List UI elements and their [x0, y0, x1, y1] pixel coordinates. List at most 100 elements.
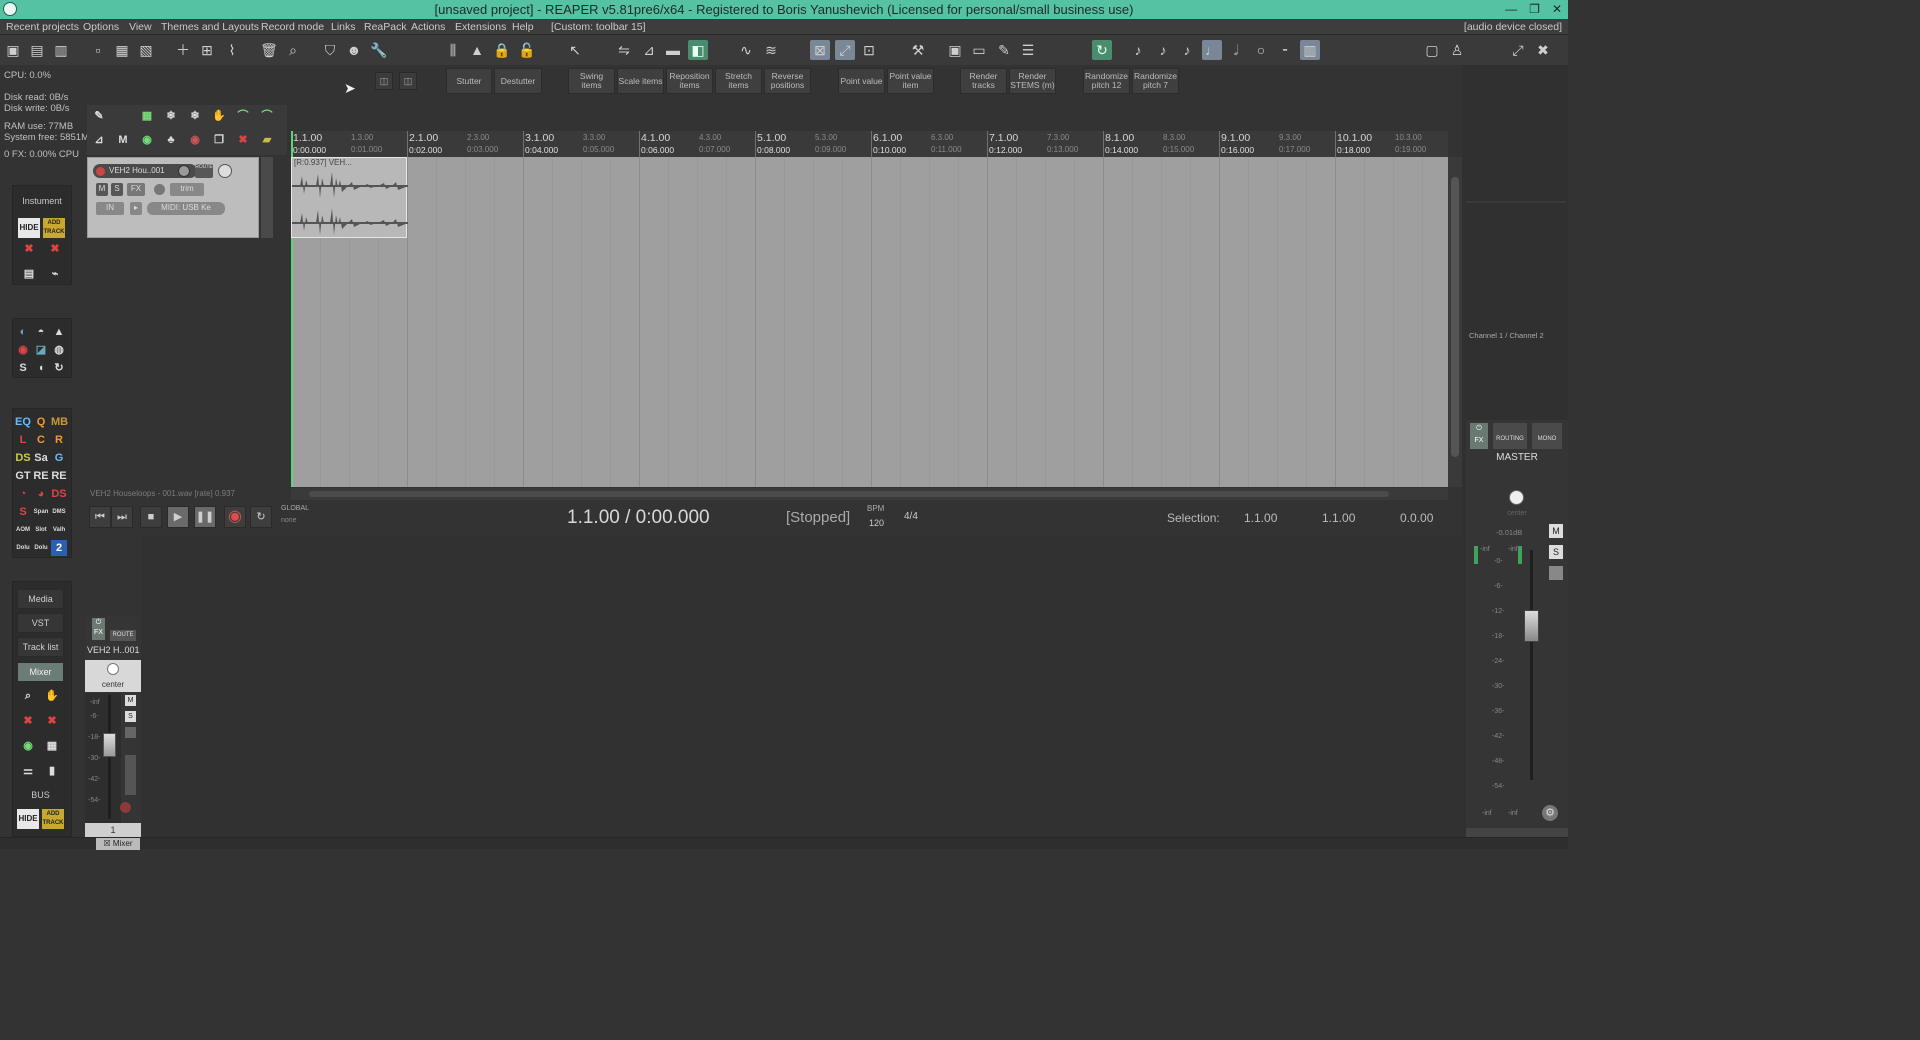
- zoom-icon[interactable]: ⌕: [20, 688, 36, 704]
- plugin-icon[interactable]: S: [15, 360, 31, 376]
- media-button[interactable]: Media: [17, 589, 64, 609]
- close-button[interactable]: ✕: [1552, 0, 1562, 19]
- menu-view[interactable]: View: [129, 19, 152, 35]
- menu-recent-projects[interactable]: Recent projects: [6, 19, 79, 35]
- triplet-icon[interactable]: ⁃: [1275, 40, 1295, 60]
- close-icon[interactable]: ✖: [44, 713, 60, 729]
- stop-icon[interactable]: ■: [140, 506, 162, 528]
- scroll-thumb[interactable]: [1451, 177, 1459, 457]
- person-icon[interactable]: ♙: [1447, 40, 1467, 60]
- s-plugin-icon[interactable]: S: [15, 504, 31, 520]
- eye-icon[interactable]: ◉: [20, 738, 36, 754]
- render-tracks-button[interactable]: Render tracks: [960, 68, 1007, 94]
- span-plugin-icon[interactable]: Span: [33, 504, 49, 520]
- snowflake-icon[interactable]: ❄: [187, 108, 203, 124]
- destutter-button[interactable]: Destutter: [494, 68, 542, 94]
- screen-icon[interactable]: ▢: [1422, 40, 1442, 60]
- mute-button[interactable]: M: [96, 183, 108, 196]
- phase-icon[interactable]: [154, 184, 165, 195]
- play-icon[interactable]: ▶: [167, 506, 189, 528]
- hide-button[interactable]: HIDE: [18, 218, 40, 238]
- mixer-tab[interactable]: ☒ Mixer: [96, 838, 140, 850]
- close-red-icon[interactable]: ✖: [1533, 40, 1553, 60]
- project-settings-icon[interactable]: ▦: [112, 40, 132, 60]
- input-controls[interactable]: [125, 755, 136, 795]
- plugin-icon[interactable]: ◓: [33, 324, 49, 340]
- grid-icon[interactable]: ▥: [1300, 40, 1320, 60]
- master-volume-fader[interactable]: [1524, 610, 1539, 642]
- master-pan-knob[interactable]: [1509, 490, 1524, 505]
- master-mute-button[interactable]: M: [1549, 524, 1563, 538]
- c-plugin-icon[interactable]: C: [33, 432, 49, 448]
- curve-icon[interactable]: ⌒: [235, 108, 251, 124]
- glue-icon[interactable]: ▲: [467, 40, 487, 60]
- dolu-plugin-icon[interactable]: Dolu: [33, 540, 49, 556]
- mixer-track-name[interactable]: VEH2 H..001: [87, 645, 140, 655]
- auto-crossfade-icon[interactable]: ⤢: [835, 40, 855, 60]
- route-button[interactable]: ROUTE: [110, 630, 136, 641]
- selection-start[interactable]: 1.1.00: [1244, 511, 1277, 525]
- item-view-icon[interactable]: ▬: [663, 40, 683, 60]
- mixer-icon[interactable]: ⚌: [20, 763, 36, 779]
- note-4-icon[interactable]: ♩: [1202, 40, 1222, 60]
- pointer-icon[interactable]: ↖: [565, 40, 585, 60]
- volume-knob[interactable]: [178, 165, 190, 177]
- record-arm-icon[interactable]: [96, 167, 105, 176]
- dms-plugin-icon[interactable]: DMS: [51, 504, 67, 520]
- record-icon[interactable]: ◉: [187, 132, 203, 148]
- add-icon[interactable]: ＋: [173, 40, 193, 60]
- split-icon[interactable]: ⫼: [443, 40, 463, 60]
- position-display[interactable]: 1.1.00 / 0:00.000: [567, 507, 710, 529]
- pencil-icon[interactable]: ✎: [994, 40, 1014, 60]
- eq-plugin-icon[interactable]: EQ: [15, 414, 31, 430]
- marker-icon[interactable]: ▭: [969, 40, 989, 60]
- envelope-icon[interactable]: [125, 727, 136, 738]
- snap-icon[interactable]: ◧: [688, 40, 708, 60]
- region-icon[interactable]: ▣: [945, 40, 965, 60]
- grid-icon[interactable]: ▦: [139, 108, 155, 124]
- menu-custom-toolbar[interactable]: [Custom: toolbar 15]: [551, 19, 646, 35]
- menu-actions[interactable]: Actions: [411, 19, 445, 35]
- delete-icon[interactable]: ✖: [235, 132, 251, 148]
- global-automation-select[interactable]: none: [281, 517, 297, 524]
- hand-icon[interactable]: ✋: [44, 688, 60, 704]
- save-as-icon[interactable]: ▤: [27, 40, 47, 60]
- vertical-scrollbar[interactable]: [1448, 157, 1462, 487]
- folder-icon[interactable]: ▰: [259, 132, 275, 148]
- hand-icon[interactable]: ✋: [211, 108, 227, 124]
- pan-knob[interactable]: [107, 663, 119, 675]
- slot-plugin-icon[interactable]: Slot: [33, 522, 49, 538]
- plugin-icon[interactable]: ◪: [33, 342, 49, 358]
- time-signature[interactable]: 4/4: [904, 511, 918, 522]
- go-to-start-icon[interactable]: ⏮: [89, 506, 111, 528]
- route-button[interactable]: ROUTE: [195, 164, 213, 178]
- solo-button[interactable]: S: [111, 183, 123, 196]
- go-to-end-icon[interactable]: ⏭: [111, 506, 133, 528]
- trim-button[interactable]: trim: [170, 183, 204, 196]
- fullscreen-icon[interactable]: ⤢: [1508, 40, 1528, 60]
- swing-items-button[interactable]: Swing items: [568, 68, 615, 94]
- lock-icon[interactable]: 🔓: [517, 40, 537, 60]
- mute-button[interactable]: M: [125, 695, 136, 706]
- menu-options[interactable]: Options: [83, 19, 119, 35]
- list-icon[interactable]: ☰: [1018, 40, 1038, 60]
- stutter-button[interactable]: Stutter: [446, 68, 492, 94]
- track-list-button[interactable]: Track list: [17, 637, 64, 657]
- plugin-icon[interactable]: ◕: [33, 486, 49, 502]
- trim-icon[interactable]: ⊿: [639, 40, 659, 60]
- media-explorer-icon[interactable]: ▧: [136, 40, 156, 60]
- trash-icon[interactable]: 🗑: [259, 40, 279, 60]
- maximize-button[interactable]: ❐: [1529, 0, 1540, 19]
- grid-icon[interactable]: ▦: [44, 738, 60, 754]
- fx-button[interactable]: ⏻ FX: [92, 618, 105, 640]
- horizontal-scrollbar[interactable]: [291, 488, 1448, 500]
- input-button[interactable]: IN: [96, 202, 124, 215]
- ds-plugin-icon[interactable]: DS: [15, 450, 31, 466]
- plugin-icon[interactable]: ◖: [33, 360, 49, 376]
- add-track-button[interactable]: ADD TRACK: [43, 218, 65, 238]
- menu-themes[interactable]: Themes and Layouts: [161, 19, 259, 35]
- minimize-button[interactable]: —: [1505, 0, 1517, 19]
- media-item[interactable]: [R:0.937] VEH...: [291, 157, 408, 238]
- m-icon[interactable]: M: [115, 132, 131, 148]
- reverse-positions-button[interactable]: Reverse positions: [764, 68, 811, 94]
